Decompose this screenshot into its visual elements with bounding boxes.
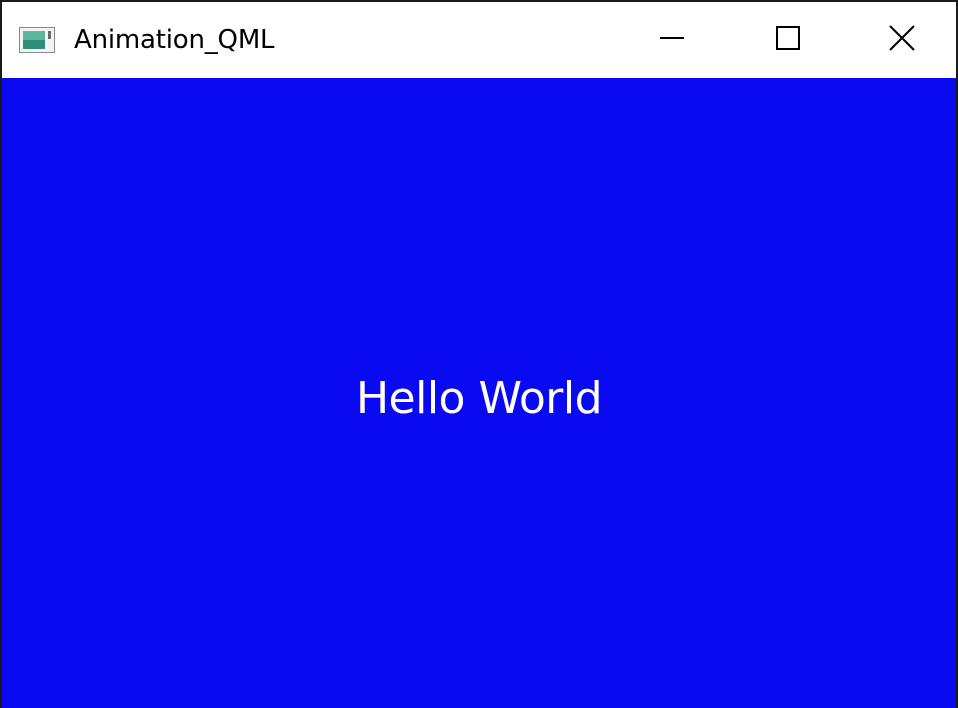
hello-world-text: Hello World — [355, 373, 603, 424]
window-title: Animation_QML — [74, 25, 275, 55]
qml-content-area: Hello World — [2, 78, 956, 708]
minimize-icon — [659, 25, 685, 55]
close-button[interactable] — [844, 2, 956, 78]
maximize-button[interactable] — [730, 2, 846, 78]
minimize-button[interactable] — [614, 2, 730, 78]
app-window: Animation_QML Hello World — [0, 0, 958, 708]
title-bar[interactable]: Animation_QML — [2, 2, 956, 78]
app-icon — [19, 27, 55, 53]
maximize-icon — [775, 25, 801, 55]
close-icon — [888, 24, 916, 56]
